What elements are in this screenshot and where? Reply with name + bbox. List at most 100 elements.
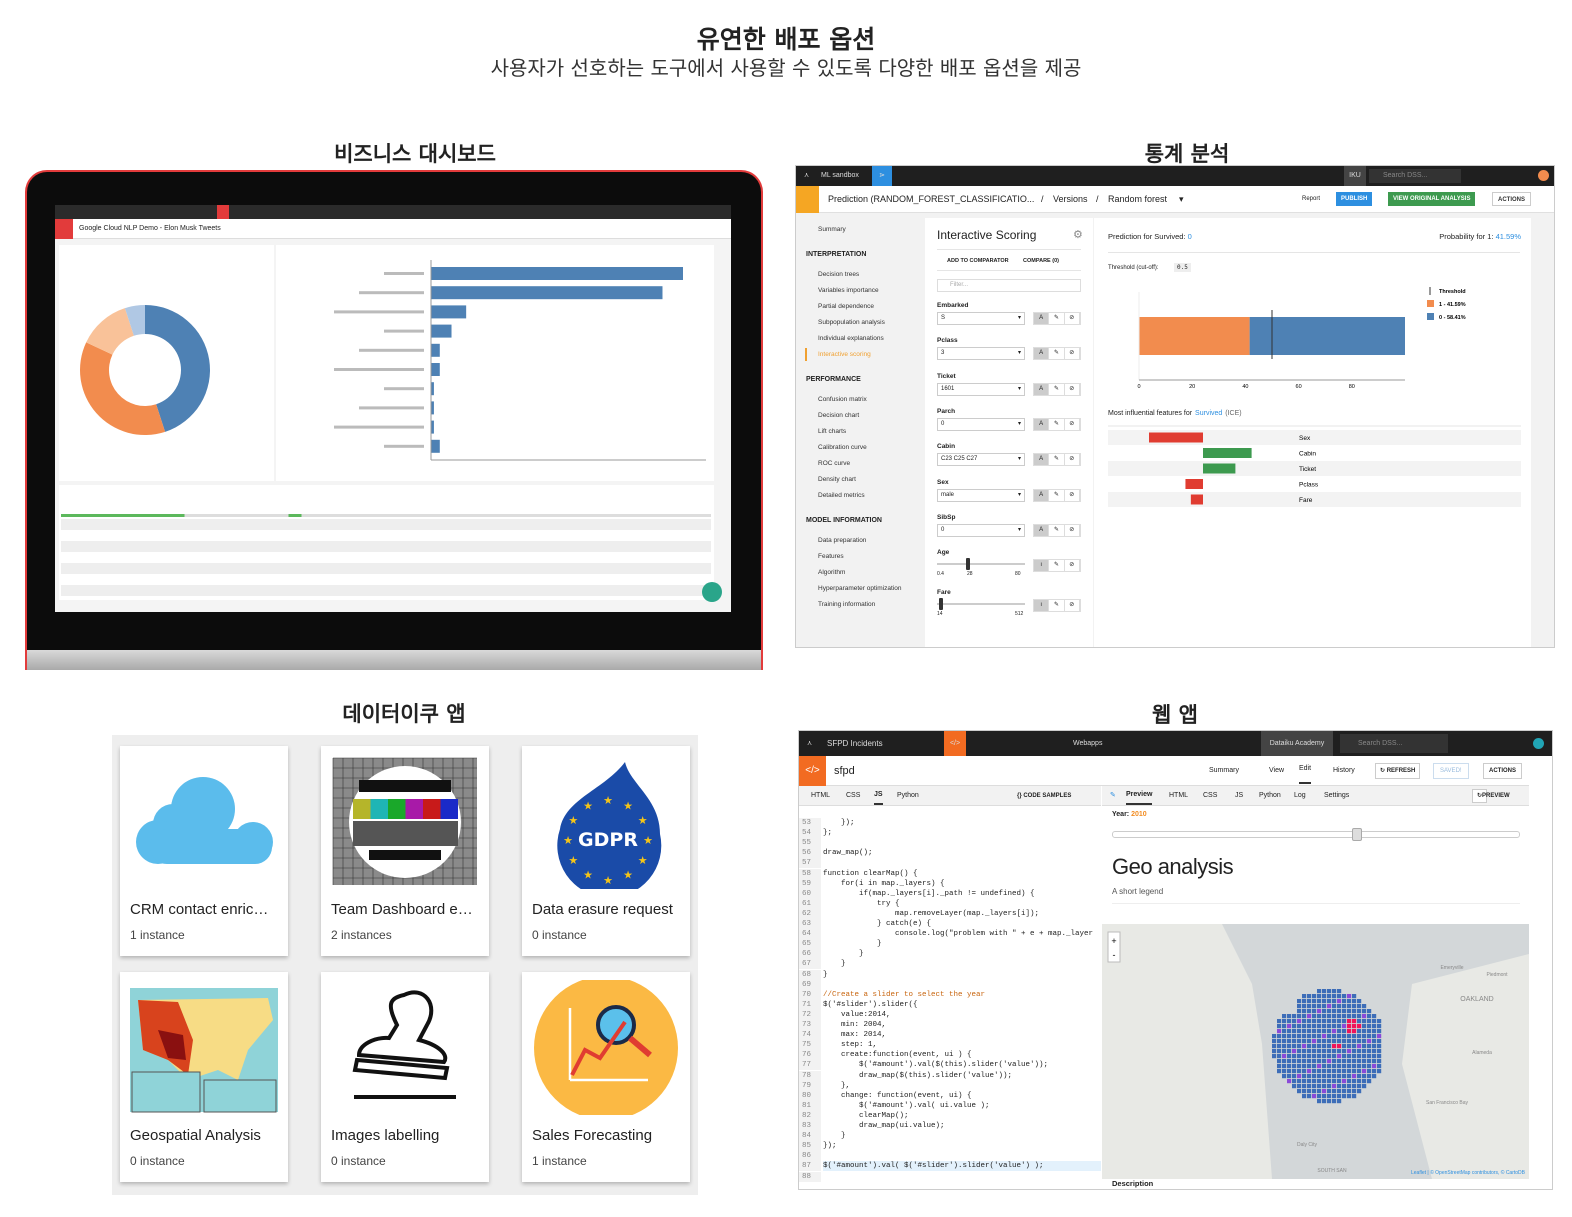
- tab-summary[interactable]: Summary: [1209, 756, 1239, 786]
- saved-button[interactable]: SAVED!: [1433, 763, 1469, 779]
- nav-item[interactable]: Partial dependence: [818, 303, 874, 310]
- nav-item[interactable]: Density chart: [818, 476, 856, 483]
- app-card[interactable]: CRM contact enric… 1 instance: [120, 746, 288, 956]
- auto-value-button[interactable]: A: [1034, 313, 1050, 324]
- edit-icon[interactable]: ✎: [1049, 600, 1065, 611]
- nav-item[interactable]: Lift charts: [818, 428, 846, 435]
- auto-value-button[interactable]: A: [1034, 524, 1050, 536]
- breadcrumb-model[interactable]: Prediction (RANDOM_FOREST_CLASSIFICATIO.…: [828, 186, 1034, 213]
- edit-icon[interactable]: ✎: [1049, 524, 1065, 536]
- auto-value-button[interactable]: A: [1034, 348, 1050, 360]
- preview-tab[interactable]: CSS: [1203, 786, 1217, 806]
- nav-item[interactable]: Individual explanations: [818, 335, 884, 342]
- filter-input[interactable]: Filter...: [937, 279, 1081, 292]
- field-select[interactable]: S: [937, 312, 1025, 325]
- breadcrumb-version[interactable]: Random forest: [1108, 186, 1167, 213]
- search-input[interactable]: Search DSS...: [1369, 169, 1461, 183]
- edit-icon[interactable]: ✎: [1049, 489, 1065, 501]
- reset-icon[interactable]: ⊘: [1065, 383, 1080, 395]
- project-name[interactable]: SFPD Incidents: [827, 731, 883, 756]
- pin-icon[interactable]: ı: [1034, 600, 1050, 611]
- field-select[interactable]: C23 C25 C27: [937, 453, 1025, 467]
- tab-edit[interactable]: Edit: [1299, 756, 1312, 784]
- app-card[interactable]: GDPR ★ ★ ★ ★ ★ ★ ★ ★ ★ ★ ★ ★ Data erasure request 0 in…: [522, 746, 690, 956]
- auto-value-button[interactable]: A: [1034, 489, 1050, 501]
- project-name[interactable]: ML sandbox: [821, 166, 859, 186]
- preview-tab[interactable]: JS: [1235, 786, 1243, 806]
- auto-value-button[interactable]: A: [1034, 383, 1050, 395]
- nav-summary[interactable]: Summary: [818, 226, 846, 233]
- code-tab[interactable]: Python: [897, 786, 919, 806]
- breadcrumb-versions[interactable]: Versions: [1053, 186, 1088, 213]
- publish-button[interactable]: PUBLISH: [1336, 192, 1373, 206]
- academy-link[interactable]: Dataiku Academy: [1261, 731, 1333, 756]
- app-card[interactable]: Geospatial Analysis 0 instance: [120, 972, 288, 1182]
- reset-icon[interactable]: ⊘: [1065, 418, 1080, 430]
- app-card[interactable]: Sales Forecasting 1 instance: [522, 972, 690, 1182]
- edit-icon[interactable]: ✎: [1049, 418, 1065, 430]
- nav-item[interactable]: Decision chart: [818, 412, 859, 419]
- field-select[interactable]: 0: [937, 417, 1025, 431]
- reset-icon[interactable]: ⊘: [1065, 600, 1080, 611]
- preview-button[interactable]: ↻ PREVIEW: [1472, 789, 1510, 803]
- tab-view[interactable]: View: [1269, 756, 1284, 786]
- chevron-down-icon[interactable]: ▾: [1179, 186, 1184, 213]
- preview-tab[interactable]: Python: [1259, 786, 1281, 806]
- actions-button[interactable]: ACTIONS: [1492, 192, 1531, 206]
- gear-icon[interactable]: ⚙: [1073, 228, 1083, 241]
- app-card[interactable]: Team Dashboard e… 2 instances: [321, 746, 489, 956]
- slider-handle[interactable]: [966, 558, 971, 570]
- age-slider[interactable]: [937, 558, 1025, 570]
- preview-tab[interactable]: Preview: [1126, 786, 1153, 805]
- fare-slider[interactable]: [937, 598, 1025, 610]
- zoom-in-icon[interactable]: +: [1111, 936, 1116, 946]
- tab-report[interactable]: Report: [1302, 186, 1320, 213]
- app-card[interactable]: Images labelling 0 instance: [321, 972, 489, 1182]
- nav-item[interactable]: Detailed metrics: [818, 492, 865, 499]
- nav-item[interactable]: Algorithm: [818, 569, 845, 576]
- code-tab[interactable]: CSS: [846, 786, 860, 806]
- auto-value-button[interactable]: A: [1034, 418, 1050, 430]
- nav-item[interactable]: Confusion matrix: [818, 396, 867, 403]
- nav-item[interactable]: Subpopulation analysis: [818, 319, 885, 326]
- slider-handle[interactable]: [1351, 828, 1362, 841]
- search-input[interactable]: Search DSS...: [1340, 734, 1448, 753]
- edit-icon[interactable]: ✎: [1049, 560, 1065, 571]
- field-select[interactable]: male: [937, 488, 1025, 502]
- field-select[interactable]: 3: [937, 347, 1025, 361]
- reset-icon[interactable]: ⊘: [1065, 348, 1080, 360]
- flow-icon[interactable]: ⋗: [872, 166, 892, 186]
- code-editor[interactable]: 53 }); 54}; 55 56 draw_map(); 57 58 function cl…: [799, 814, 1101, 1189]
- map-attribution[interactable]: Leaflet | © OpenStreetMap contributors, …: [1411, 1169, 1526, 1176]
- nav-item[interactable]: Training information: [818, 601, 875, 608]
- webapps-menu[interactable]: Webapps: [1073, 731, 1102, 756]
- nav-item[interactable]: Data preparation: [818, 537, 866, 544]
- tab-history[interactable]: History: [1333, 756, 1355, 786]
- pin-icon[interactable]: ı: [1034, 560, 1050, 571]
- preview-tab[interactable]: Settings: [1324, 786, 1349, 806]
- actions-button[interactable]: ACTIONS: [1483, 763, 1522, 779]
- nav-item[interactable]: ROC curve: [818, 460, 850, 467]
- code-icon[interactable]: </>: [944, 731, 966, 756]
- edit-icon[interactable]: ✎: [1049, 454, 1065, 466]
- reset-icon[interactable]: ⊘: [1065, 454, 1080, 466]
- reset-icon[interactable]: ⊘: [1065, 560, 1080, 571]
- nav-item[interactable]: Features: [818, 553, 844, 560]
- code-tab[interactable]: HTML: [811, 786, 830, 806]
- field-select[interactable]: 0: [937, 523, 1025, 537]
- chat-button[interactable]: [702, 582, 722, 602]
- nav-item[interactable]: Interactive scoring: [818, 351, 871, 358]
- incident-map[interactable]: +-EmeryvillePiedmontOAKLANDAlamedaSan Fr…: [1102, 924, 1529, 1179]
- view-original-analysis-button[interactable]: VIEW ORIGINAL ANALYSIS: [1388, 192, 1476, 206]
- edit-icon[interactable]: ✎: [1049, 383, 1065, 395]
- year-slider[interactable]: [1112, 828, 1520, 841]
- nav-item[interactable]: Calibration curve: [818, 444, 867, 451]
- refresh-button[interactable]: ↻ REFRESH: [1375, 763, 1421, 779]
- preview-tab[interactable]: HTML: [1169, 786, 1188, 806]
- slider-handle[interactable]: [938, 598, 943, 610]
- compare-button[interactable]: COMPARE (0): [1023, 258, 1059, 264]
- preview-tab[interactable]: Log: [1294, 786, 1306, 806]
- add-to-comparator-button[interactable]: ADD TO COMPARATOR: [947, 258, 1009, 264]
- nav-item[interactable]: Decision trees: [818, 271, 859, 278]
- nav-item[interactable]: Hyperparameter optimization: [818, 585, 901, 592]
